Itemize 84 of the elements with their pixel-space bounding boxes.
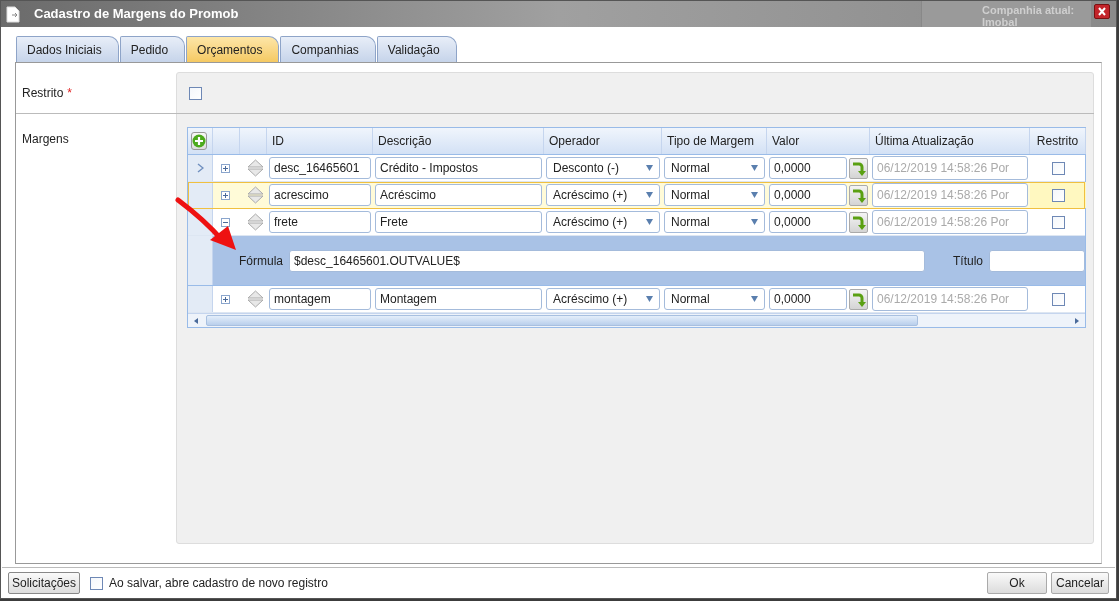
- required-mark: *: [67, 85, 72, 102]
- tab[interactable]: Validação: [376, 36, 457, 62]
- description-field[interactable]: Montagem: [375, 288, 542, 310]
- expand-icon[interactable]: [221, 294, 230, 304]
- expand-icon[interactable]: [221, 163, 230, 173]
- checkbox-label: Ao salvar, abre cadastro de novo registro: [109, 575, 328, 592]
- value-field[interactable]: 0,0000: [769, 184, 847, 206]
- column-header[interactable]: ID: [272, 132, 284, 150]
- margin-type-dropdown[interactable]: Normal: [664, 211, 765, 233]
- apply-button[interactable]: [849, 288, 868, 310]
- close-icon: [1095, 5, 1109, 18]
- value-field[interactable]: 0,0000: [769, 211, 847, 233]
- reorder-arrows-icon[interactable]: [246, 185, 265, 205]
- checkbox[interactable]: [189, 87, 202, 100]
- description-field[interactable]: Crédito - Impostos: [375, 157, 542, 179]
- column-header[interactable]: Tipo de Margem: [667, 132, 754, 150]
- margin-type-dropdown[interactable]: Normal: [664, 288, 765, 310]
- description-field[interactable]: Acréscimo: [375, 184, 542, 206]
- field-label: Fórmula: [239, 252, 283, 270]
- document-icon: [6, 5, 21, 23]
- dropdown-arrow-icon: [751, 219, 758, 225]
- margin-type-dropdown[interactable]: Normal: [664, 184, 765, 206]
- arrow-annotation: [175, 197, 236, 250]
- column-header[interactable]: Última Atualização: [875, 132, 974, 150]
- formula-field[interactable]: $desc_16465601.OUTVALUE$: [289, 249, 925, 272]
- horizontal-scrollbar[interactable]: [188, 313, 1085, 327]
- dropdown-arrow-icon: [751, 192, 758, 198]
- checkbox[interactable]: [90, 576, 104, 590]
- scroll-right-icon[interactable]: [1075, 318, 1079, 324]
- row-header[interactable]: [188, 155, 213, 181]
- description-field[interactable]: Frete: [375, 211, 542, 233]
- add-button[interactable]: [191, 132, 207, 150]
- checkbox[interactable]: [1051, 188, 1065, 202]
- field-label: Título: [953, 252, 983, 270]
- table-row[interactable]: montagem Montagem Acréscimo (+) Normal 0,0000 06/12/2019 14:58:26 Por: [188, 286, 1085, 313]
- table-row[interactable]: desc_16465601 Crédito - Impostos Desconto (-) Normal 0,0000 06/12/2019 14:58:26 Por: [188, 155, 1085, 182]
- table-row[interactable]: acrescimo Acréscimo Acréscimo (+) Normal 0,0000 06/12/2019 14:58:26 Por: [188, 182, 1085, 209]
- checkbox[interactable]: [1051, 215, 1065, 229]
- checkbox[interactable]: [1051, 161, 1065, 175]
- apply-button[interactable]: [849, 184, 868, 206]
- column-header[interactable]: Restrito: [1036, 132, 1079, 150]
- table-row[interactable]: frete Frete Acréscimo (+) Normal 0,0000 06/12/2019 14:58:26 Por: [188, 209, 1085, 236]
- column-header[interactable]: Descrição: [378, 132, 432, 150]
- apply-button[interactable]: [849, 157, 868, 179]
- scroll-left-icon[interactable]: [194, 318, 198, 324]
- operator-dropdown[interactable]: Acréscimo (+): [546, 288, 660, 310]
- value-field[interactable]: 0,0000: [769, 157, 847, 179]
- tab[interactable]: Pedido: [119, 36, 186, 62]
- dropdown-arrow-icon: [646, 165, 653, 171]
- dialog-button[interactable]: Ok: [987, 572, 1047, 594]
- dropdown-arrow-icon: [646, 192, 653, 198]
- reorder-arrows-icon[interactable]: [246, 158, 265, 178]
- id-field[interactable]: desc_16465601: [269, 157, 371, 179]
- dropdown-arrow-icon: [751, 165, 758, 171]
- close-button[interactable]: [1094, 4, 1110, 19]
- reorder-arrows-icon[interactable]: [246, 289, 265, 309]
- id-field[interactable]: montagem: [269, 288, 371, 310]
- dialog-button[interactable]: Cancelar: [1051, 572, 1109, 594]
- window-title: Cadastro de Margens do Promob: [34, 5, 239, 24]
- field-label: Margens: [22, 131, 69, 148]
- operator-dropdown[interactable]: Acréscimo (+): [546, 184, 660, 206]
- expand-icon[interactable]: [221, 190, 230, 200]
- tab[interactable]: Orçamentos: [186, 36, 280, 62]
- checkbox[interactable]: [1051, 292, 1065, 306]
- field-label: Restrito: [22, 85, 64, 102]
- reorder-arrows-icon[interactable]: [246, 212, 265, 232]
- collapse-icon[interactable]: [221, 217, 230, 227]
- dropdown-arrow-icon: [646, 296, 653, 302]
- dropdown-arrow-icon: [751, 296, 758, 302]
- operator-dropdown[interactable]: Desconto (-): [546, 157, 660, 179]
- id-field[interactable]: frete: [269, 211, 371, 233]
- id-field[interactable]: acrescimo: [269, 184, 371, 206]
- title-field[interactable]: [989, 249, 1085, 272]
- operator-dropdown[interactable]: Acréscimo (+): [546, 211, 660, 233]
- value-field[interactable]: 0,0000: [769, 288, 847, 310]
- column-header[interactable]: Operador: [549, 132, 600, 150]
- tab[interactable]: Companhias: [280, 36, 376, 62]
- requests-button[interactable]: Solicitações: [8, 572, 81, 594]
- tab[interactable]: Dados Iniciais: [16, 36, 119, 62]
- dropdown-arrow-icon: [646, 219, 653, 225]
- apply-button[interactable]: [849, 211, 868, 233]
- margin-type-dropdown[interactable]: Normal: [664, 157, 765, 179]
- column-header[interactable]: Valor: [772, 132, 800, 150]
- scrollbar-thumb[interactable]: [206, 315, 918, 326]
